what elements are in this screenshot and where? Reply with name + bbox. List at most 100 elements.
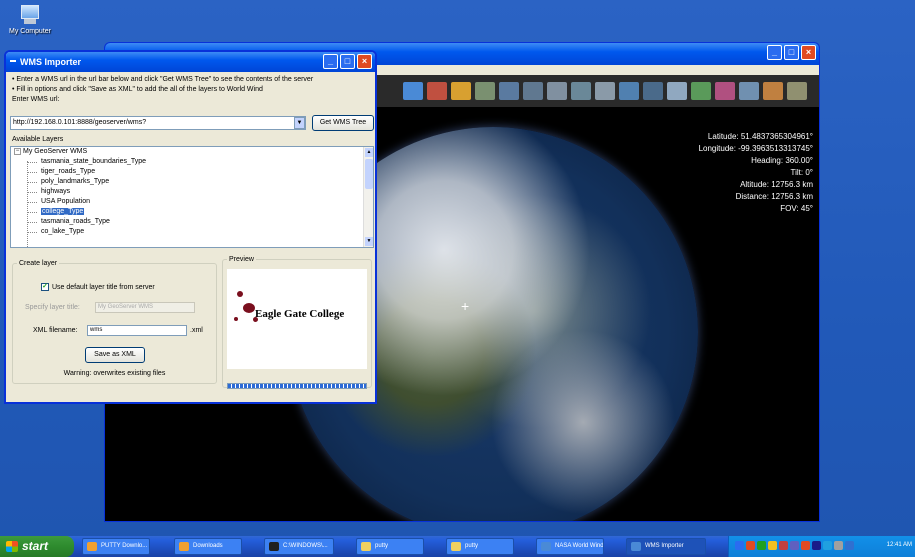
command-prompt-icon — [269, 542, 279, 551]
tree-item[interactable]: highways — [11, 187, 373, 197]
minimize-icon[interactable]: _ — [323, 54, 338, 69]
taskbar-button-active[interactable]: WMS Importer — [626, 538, 706, 555]
tree-item[interactable]: USA Population — [11, 197, 373, 207]
chevron-down-icon[interactable]: ▼ — [294, 117, 305, 129]
tray-icon[interactable] — [845, 541, 854, 550]
preview-group: Preview Eagle Gate College — [222, 256, 372, 389]
start-button[interactable]: start — [0, 536, 74, 557]
window-menu-icon[interactable] — [10, 60, 16, 62]
overwrite-warning: Warning: overwrites existing files — [63, 370, 166, 377]
wms-importer-titlebar[interactable]: WMS Importer _ □ × — [6, 52, 375, 72]
heading-readout: Heading: 360.00° — [751, 156, 813, 165]
close-icon[interactable]: × — [801, 45, 816, 60]
layer-toggle-icon[interactable] — [403, 82, 423, 100]
tree-scrollbar[interactable]: ▲ ▼ — [363, 147, 373, 247]
layer-toggle-icon[interactable] — [691, 82, 711, 100]
layer-toggle-icon[interactable] — [475, 82, 495, 100]
save-as-xml-button[interactable]: Save as XML — [85, 347, 145, 363]
crosshair-icon: + — [461, 298, 470, 314]
browser-icon — [179, 542, 189, 551]
maximize-icon[interactable]: □ — [340, 54, 355, 69]
wms-importer-title: WMS Importer — [20, 57, 82, 67]
layer-title-input: My GeoServer WMS — [95, 302, 195, 313]
create-layer-legend: Create layer — [19, 260, 58, 267]
tray-icon[interactable] — [735, 541, 744, 550]
tray-icon[interactable] — [823, 541, 832, 550]
windows-logo-icon — [6, 541, 18, 552]
layer-toggle-icon[interactable] — [595, 82, 615, 100]
layer-toggle-icon[interactable] — [571, 82, 591, 100]
checkmark-icon[interactable]: ✓ — [41, 283, 49, 291]
tree-item[interactable]: tiger_roads_Type — [11, 167, 373, 177]
layer-toggle-icon[interactable] — [715, 82, 735, 100]
wms-window-controls: _ □ × — [323, 54, 372, 69]
tray-icon[interactable] — [779, 541, 788, 550]
taskbar-button[interactable]: Downloads — [174, 538, 242, 555]
xml-filename-input[interactable]: wms — [87, 325, 187, 336]
get-wms-tree-button[interactable]: Get WMS Tree — [312, 115, 374, 131]
layer-toggle-icon[interactable] — [619, 82, 639, 100]
distance-readout: Distance: 12756.3 km — [735, 192, 813, 201]
layer-toggle-icon[interactable] — [547, 82, 567, 100]
taskbar-button[interactable]: putty — [446, 538, 514, 555]
my-computer-desktop-icon[interactable]: My Computer — [4, 4, 56, 35]
layer-toggle-icon[interactable] — [739, 82, 759, 100]
layer-toggle-icon[interactable] — [499, 82, 519, 100]
tray-icon[interactable] — [834, 541, 843, 550]
url-label: Enter WMS url: — [12, 96, 60, 103]
taskbar-button[interactable]: PUTTY Downlo... — [82, 538, 150, 555]
minimize-icon[interactable]: _ — [767, 45, 782, 60]
tray-icon[interactable] — [746, 541, 755, 550]
position-readout: Latitude: 51.4837365304961° Longitude: -… — [699, 131, 813, 215]
scroll-up-icon[interactable]: ▲ — [365, 148, 373, 157]
use-default-title-checkbox[interactable]: ✓ Use default layer title from server — [41, 283, 155, 291]
taskbar-button[interactable]: C:\WINDOWS\... — [264, 538, 334, 555]
college-logo-dot — [237, 291, 243, 297]
layer-toggle-icon[interactable] — [787, 82, 807, 100]
altitude-readout: Altitude: 12756.3 km — [740, 180, 813, 189]
computer-icon — [17, 4, 43, 26]
tree-item[interactable]: tasmania_state_boundaries_Type — [11, 157, 373, 167]
layer-tree[interactable]: − My GeoServer WMS tasmania_state_boundar… — [10, 146, 374, 248]
scroll-thumb[interactable] — [365, 159, 373, 189]
maximize-icon[interactable]: □ — [784, 45, 799, 60]
use-default-title-label: Use default layer title from server — [52, 283, 155, 291]
tree-item[interactable]: co_lake_Type — [11, 227, 373, 237]
taskbar-button[interactable]: putty — [356, 538, 424, 555]
tray-icon[interactable] — [790, 541, 799, 550]
close-icon[interactable]: × — [357, 54, 372, 69]
layer-toggle-icon[interactable] — [763, 82, 783, 100]
tray-icon[interactable] — [812, 541, 821, 550]
college-logo-dot — [243, 303, 255, 313]
tray-icon[interactable] — [768, 541, 777, 550]
my-computer-label: My Computer — [8, 28, 51, 35]
preview-legend: Preview — [229, 256, 254, 263]
xml-filename-label: XML filename: — [33, 327, 78, 334]
world-wind-window-controls: _ □ × — [767, 45, 816, 60]
latitude-readout: Latitude: 51.4837365304961° — [707, 132, 813, 141]
taskbar-button[interactable]: NASA World Wind — [536, 538, 604, 555]
scroll-down-icon[interactable]: ▼ — [365, 237, 373, 246]
fov-readout: FOV: 45° — [780, 204, 813, 213]
layer-toggle-icon[interactable] — [427, 82, 447, 100]
wms-importer-window[interactable]: WMS Importer _ □ × • Enter a WMS url in … — [4, 50, 377, 404]
tray-icon[interactable] — [801, 541, 810, 550]
instruction-line: • Fill in options and click "Save as XML… — [12, 86, 263, 93]
available-layers-label: Available Layers — [12, 136, 64, 143]
tree-root[interactable]: − My GeoServer WMS — [11, 147, 373, 157]
wms-url-input[interactable]: http://192.168.0.101:8888/geoserver/wms? — [10, 116, 306, 130]
layer-toggle-icon[interactable] — [523, 82, 543, 100]
layer-toggle-icon[interactable] — [667, 82, 687, 100]
create-layer-group: Create layer ✓ Use default layer title f… — [12, 260, 217, 384]
tree-item[interactable]: poly_landmarks_Type — [11, 177, 373, 187]
tilt-readout: Tilt: 0° — [790, 168, 813, 177]
instruction-line: • Enter a WMS url in the url bar below a… — [12, 76, 314, 83]
preview-label: Eagle Gate College — [255, 308, 345, 320]
layer-toggle-icon[interactable] — [451, 82, 471, 100]
clock[interactable]: 12:41 AM — [887, 542, 912, 548]
tray-icon[interactable] — [757, 541, 766, 550]
collapse-icon[interactable]: − — [14, 147, 21, 155]
tree-item[interactable]: tasmania_roads_Type — [11, 217, 373, 227]
tree-item-selected[interactable]: college_Type — [11, 207, 373, 217]
layer-toggle-icon[interactable] — [643, 82, 663, 100]
